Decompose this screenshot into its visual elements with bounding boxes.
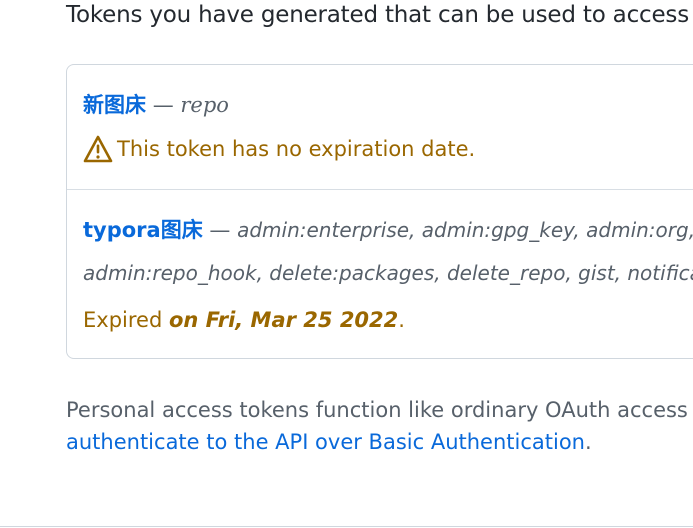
alert-icon [83,135,113,163]
token-scopes-2b: admin:repo_hook, delete:packages, delete… [83,261,693,285]
token-row-2-scopes: admin:repo_hook, delete:packages, delete… [83,261,693,285]
token-name-link-2[interactable]: typora图床 [83,218,203,242]
tokens-intro-text: Tokens you have generated that can be us… [66,2,693,28]
footer-description: Personal access tokens function like ord… [66,394,693,458]
footer-line-1: Personal access tokens function like ord… [66,398,693,422]
footer-link-suffix: . [585,430,592,454]
token-name-link-1[interactable]: 新图床 [83,93,146,117]
expired-suffix: . [398,308,405,332]
token-row-2-header: typora图床 — admin:enterprise, admin:gpg_k… [83,214,693,244]
page-bottom-divider [0,526,693,527]
footer-line-2: authenticate to the API over Basic Authe… [66,426,693,458]
basic-auth-link[interactable]: authenticate to the API over Basic Authe… [66,430,585,454]
token-warning-text-1: This token has no expiration date. [117,137,476,161]
token-warning-1: This token has no expiration date. [83,135,475,163]
token-expired-2: Expired on Fri, Mar 25 2022. [83,308,405,332]
token-separator-2: — [209,218,231,242]
expired-label: Expired [83,308,163,332]
token-separator-1: — [152,93,174,117]
tokens-page: Tokens you have generated that can be us… [0,0,693,528]
token-scopes-1: repo [180,93,229,117]
token-list: 新图床 — repo This token has no expiration … [66,64,693,359]
token-divider [67,189,693,190]
token-scopes-2a: admin:enterprise, admin:gpg_key, admin:o… [237,218,693,242]
expired-date: on Fri, Mar 25 2022 [168,308,399,332]
token-row-1-header: 新图床 — repo [83,89,229,119]
